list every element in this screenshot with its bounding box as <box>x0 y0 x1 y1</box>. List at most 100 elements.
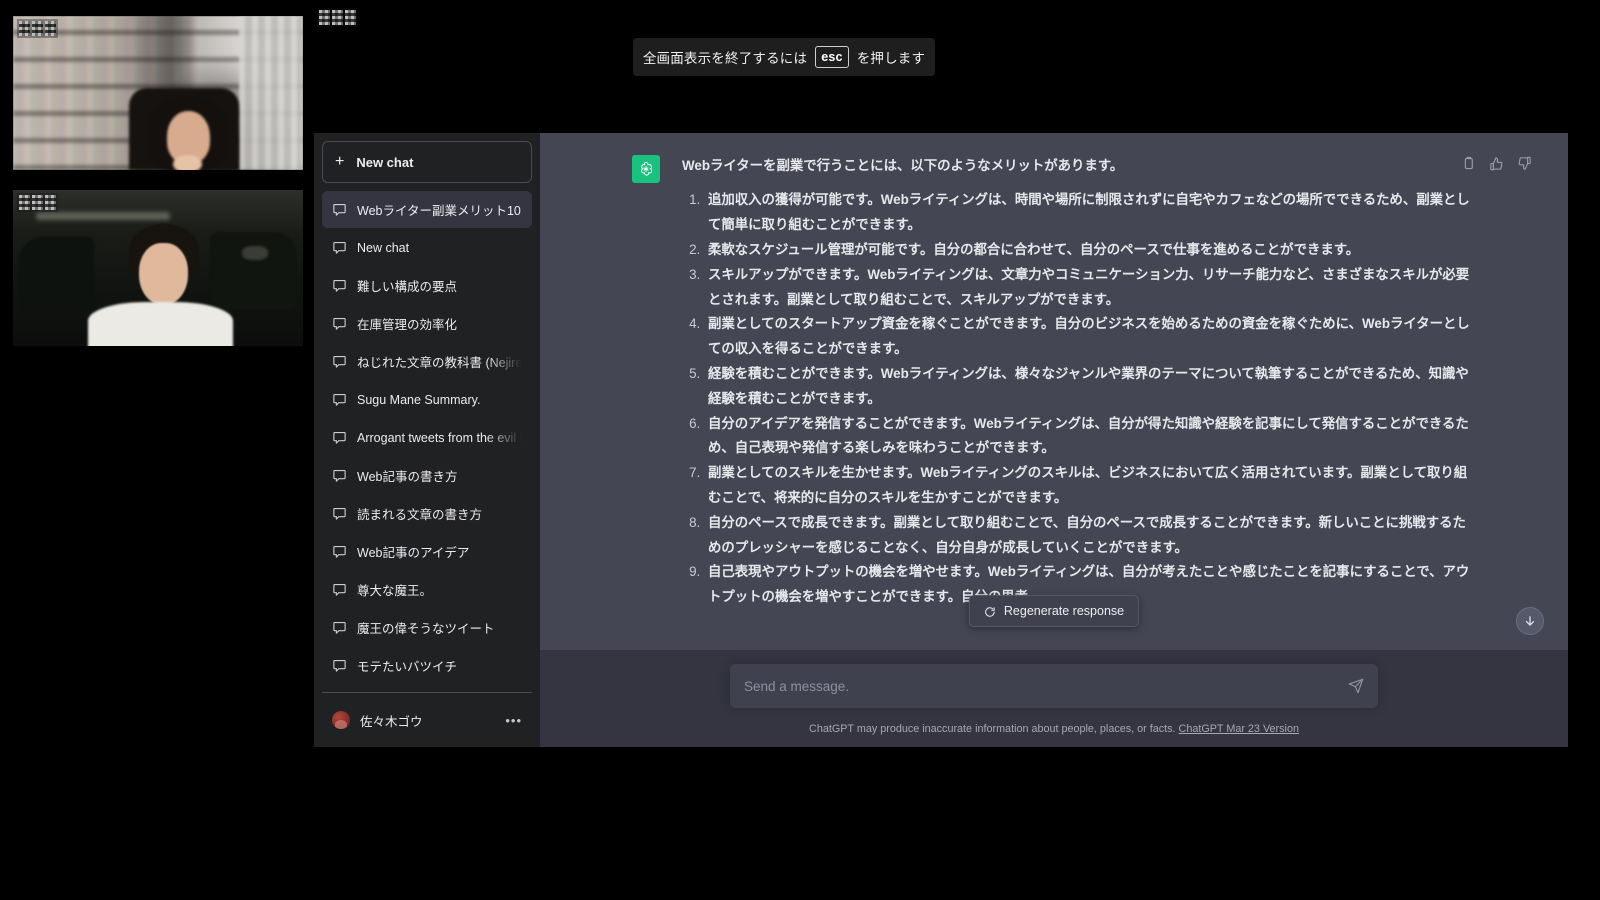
regenerate-response-label: Regenerate response <box>1003 604 1125 618</box>
mosaic-block <box>32 195 43 210</box>
participant-2-shirt <box>88 302 234 346</box>
car-grab-handle <box>242 246 269 261</box>
window-curtain <box>239 16 303 170</box>
sidebar-footer: 佐々木ゴウ ••• <box>322 692 532 739</box>
chatgpt-app-window: + New chat Webライター副業メリット10 New chat 難しい構成の… <box>314 133 1568 747</box>
chat-list-item[interactable]: モテたいバツイチ <box>322 647 532 684</box>
refresh-icon <box>984 604 996 618</box>
mosaic-block <box>345 10 356 25</box>
redacted-name-badge-participant-1 <box>17 19 58 38</box>
new-chat-label: New chat <box>356 154 414 170</box>
version-link[interactable]: ChatGPT Mar 23 Version <box>1179 723 1299 735</box>
benefit-list-item: 柔軟なスケジュール管理が可能です。自分の都合に合わせて、自分のペースで仕事を進め… <box>704 238 1476 263</box>
chat-list-item-label: Webライター副業メリット10 <box>357 204 521 218</box>
chat-bubble-icon <box>332 582 347 597</box>
assistant-message-body: Webライターを副業で行うことには、以下のようなメリットがあります。 追加収入の… <box>682 155 1476 610</box>
chat-list-item-label: Arrogant tweets from the evil k <box>357 430 522 445</box>
webcam-panel-participant-2 <box>13 190 303 346</box>
benefit-list-item: 自分のアイデアを発信することができます。Webライティングは、自分が得た知識や経… <box>704 412 1476 462</box>
chat-list-item[interactable]: 魔王の偉そうなツイート <box>322 609 532 646</box>
message-thread: Webライターを副業で行うことには、以下のようなメリットがあります。 追加収入の… <box>540 133 1568 650</box>
webcam-background-car-interior <box>13 190 303 346</box>
chat-list-item[interactable]: Sugu Mane Summary. <box>322 381 532 418</box>
fullscreen-exit-toast: 全画面表示を終了するには esc を押します <box>633 38 935 76</box>
chat-bubble-icon <box>332 658 347 673</box>
mosaic-block <box>319 10 330 25</box>
assistant-message: Webライターを副業で行うことには、以下のようなメリットがあります。 追加収入の… <box>540 133 1568 650</box>
disclaimer-text: ChatGPT may produce inaccurate informati… <box>809 723 1176 735</box>
mosaic-block <box>45 21 56 36</box>
benefits-ordered-list: 追加収入の獲得が可能です。Webライティングは、時間や場所に制限されずに自宅やカ… <box>682 188 1476 610</box>
user-menu-dots-icon[interactable]: ••• <box>505 713 522 728</box>
chat-bubble-icon <box>332 202 347 217</box>
chat-list-item-label: 尊大な魔王。 <box>357 584 433 598</box>
fullscreen-toast-prefix: 全画面表示を終了するには <box>642 51 808 66</box>
benefit-list-item: 副業としてのスキルを生かせます。Webライティングのスキルは、ビジネスにおいて広… <box>704 461 1476 511</box>
chat-list-item[interactable]: Web記事の書き方 <box>322 457 532 494</box>
chat-bubble-icon <box>332 392 347 407</box>
car-window-right <box>210 232 298 311</box>
chat-list-item[interactable]: New chat <box>322 229 532 266</box>
chat-bubble-icon <box>332 430 347 445</box>
send-icon[interactable] <box>1348 677 1364 695</box>
plus-icon: + <box>335 153 345 170</box>
redacted-name-badge-participant-2 <box>17 193 58 212</box>
chat-list-item[interactable]: 難しい構成の要点 <box>322 267 532 304</box>
copy-icon[interactable] <box>1461 155 1476 173</box>
chat-list-item-label: モテたいバツイチ <box>357 660 458 674</box>
screen-recording-canvas: 全画面表示を終了するには esc を押します + New chat Webライタ… <box>0 0 1600 900</box>
chat-list-item-label: New chat <box>357 240 410 255</box>
chat-list-item[interactable]: Web記事のアイデア <box>322 533 532 570</box>
chat-list-item[interactable]: 尊大な魔王。 <box>322 571 532 608</box>
chat-list-item[interactable]: Arrogant tweets from the evil k <box>322 419 532 456</box>
webcam-background-bookshelf <box>13 16 303 170</box>
arrow-down-icon <box>1525 616 1535 626</box>
chat-list-item[interactable]: 読まれる文章の書き方 <box>322 495 532 532</box>
chat-list-item-label: Sugu Mane Summary. <box>357 392 481 407</box>
benefit-list-item: スキルアップができます。Webライティングは、文章力やコミュニケーション力、リサ… <box>704 263 1476 313</box>
scroll-to-bottom-button[interactable] <box>1516 607 1544 635</box>
car-window-left <box>18 236 95 309</box>
fullscreen-toast-suffix: を押します <box>856 51 926 66</box>
chat-list-item-label: Web記事のアイデア <box>357 546 470 560</box>
benefit-list-item: 追加収入の獲得が可能です。Webライティングは、時間や場所に制限されずに自宅やカ… <box>704 188 1476 238</box>
chat-list-item-active[interactable]: Webライター副業メリット10 <box>322 191 532 228</box>
benefit-list-item: 自分のペースで成長できます。副業として取り組むことで、自分のペースで成長すること… <box>704 511 1476 561</box>
chat-list-item[interactable]: ねじれた文章の教科書 (Nejireta <box>322 343 532 380</box>
chat-list-item-label: 在庫管理の効率化 <box>357 318 458 332</box>
chat-bubble-icon <box>332 620 347 635</box>
sidebar: + New chat Webライター副業メリット10 New chat 難しい構成の… <box>314 133 540 747</box>
chat-list-item-label: 魔王の偉そうなツイート <box>357 622 495 636</box>
user-name: 佐々木ゴウ <box>360 714 423 729</box>
composer-area <box>540 650 1568 714</box>
chat-list-item[interactable]: 在庫管理の効率化 <box>322 305 532 342</box>
thumbs-up-icon[interactable] <box>1489 155 1504 173</box>
new-chat-button[interactable]: + New chat <box>322 141 532 183</box>
message-action-buttons[interactable] <box>1461 155 1532 173</box>
benefit-list-item: 経験を積むことができます。Webライティングは、様々なジャンルや業界のテーマにつ… <box>704 362 1476 412</box>
footer-disclaimer: ChatGPT may produce inaccurate informati… <box>540 714 1568 747</box>
chat-bubble-icon <box>332 506 347 521</box>
regenerate-response-button[interactable]: Regenerate response <box>968 595 1140 627</box>
chat-bubble-icon <box>332 278 347 293</box>
search-input[interactable] <box>744 678 1348 694</box>
chatgpt-logo-icon <box>632 155 660 183</box>
message-composer[interactable] <box>730 664 1378 708</box>
chat-bubble-icon <box>332 354 347 369</box>
mosaic-block <box>19 21 30 36</box>
benefit-list-item: 副業としてのスタートアップ資金を稼ぐことができます。自分のビジネスを始めるための… <box>704 312 1476 362</box>
mosaic-block <box>19 195 30 210</box>
chat-list-item-label: 難しい構成の要点 <box>357 280 458 294</box>
chat-bubble-icon <box>332 240 347 255</box>
participant-1-hand <box>172 154 202 170</box>
mosaic-block <box>32 21 43 36</box>
redacted-label-screen-share <box>317 8 358 27</box>
chat-list-item-label: 読まれる文章の書き方 <box>357 508 483 522</box>
mosaic-block <box>332 10 343 25</box>
conversation-panel: Webライターを副業で行うことには、以下のようなメリットがあります。 追加収入の… <box>540 133 1568 747</box>
user-account-row[interactable]: 佐々木ゴウ ••• <box>322 701 532 739</box>
thumbs-down-icon[interactable] <box>1517 155 1532 173</box>
chat-history-list[interactable]: Webライター副業メリット10 New chat 難しい構成の要点 在庫管理の効率化ね… <box>322 191 532 692</box>
chat-bubble-icon <box>332 468 347 483</box>
webcam-panel-participant-1 <box>13 16 303 170</box>
